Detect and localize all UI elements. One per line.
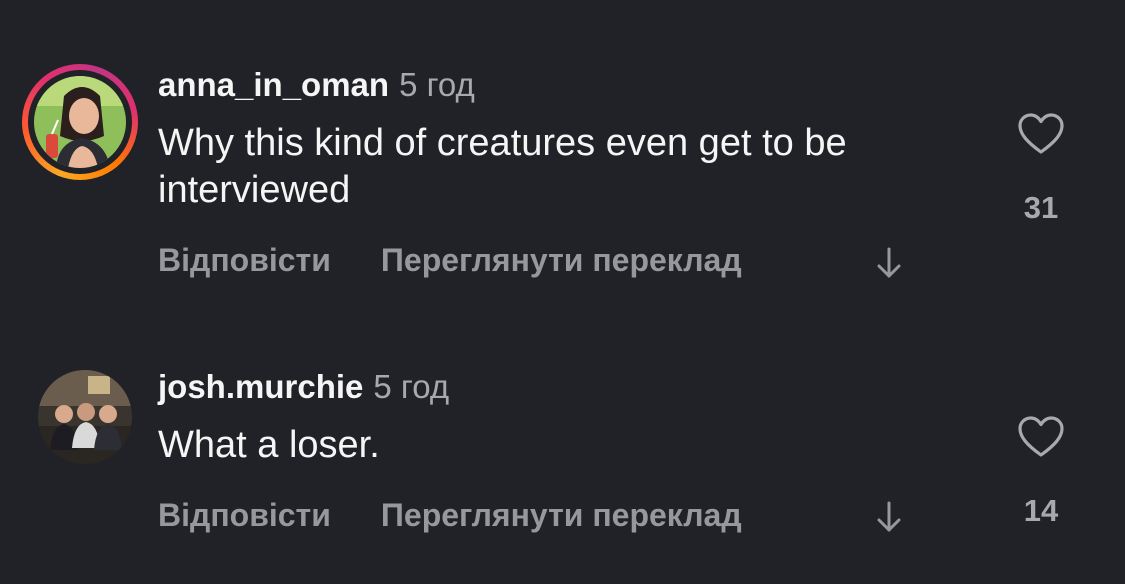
comments-screen: { "comments": [ { "username": "anna_in_o… [0,0,1125,584]
comment-header: josh.murchie 5 год [158,368,449,406]
comment-actions: Відповісти Переглянути переклад [158,242,742,279]
avatar-image [38,370,132,464]
reply-button[interactable]: Відповісти [158,242,331,278]
comment-text: Why this kind of creatures even get to b… [158,122,847,211]
see-translation-button[interactable]: Переглянути переклад [381,242,742,278]
comment-time: 5 год [373,368,450,405]
arrow-down-icon[interactable] [874,246,904,280]
comment-header: anna_in_oman 5 год [158,66,475,104]
username[interactable]: josh.murchie [158,368,363,405]
avatar-image [34,76,126,168]
comment-time: 5 год [399,66,475,103]
avatar[interactable] [22,64,138,180]
comment-actions: Відповісти Переглянути переклад [158,497,742,534]
reply-button[interactable]: Відповісти [158,497,331,533]
username[interactable]: anna_in_oman [158,66,389,103]
like-count: 31 [1023,190,1059,225]
like-count: 14 [1023,493,1059,528]
heart-outline-icon[interactable] [1017,415,1065,459]
comment-text: What a loser. [158,424,380,466]
see-translation-button[interactable]: Переглянути переклад [381,497,742,533]
avatar[interactable] [38,370,132,464]
heart-outline-icon[interactable] [1017,112,1065,156]
arrow-down-icon[interactable] [874,500,904,534]
